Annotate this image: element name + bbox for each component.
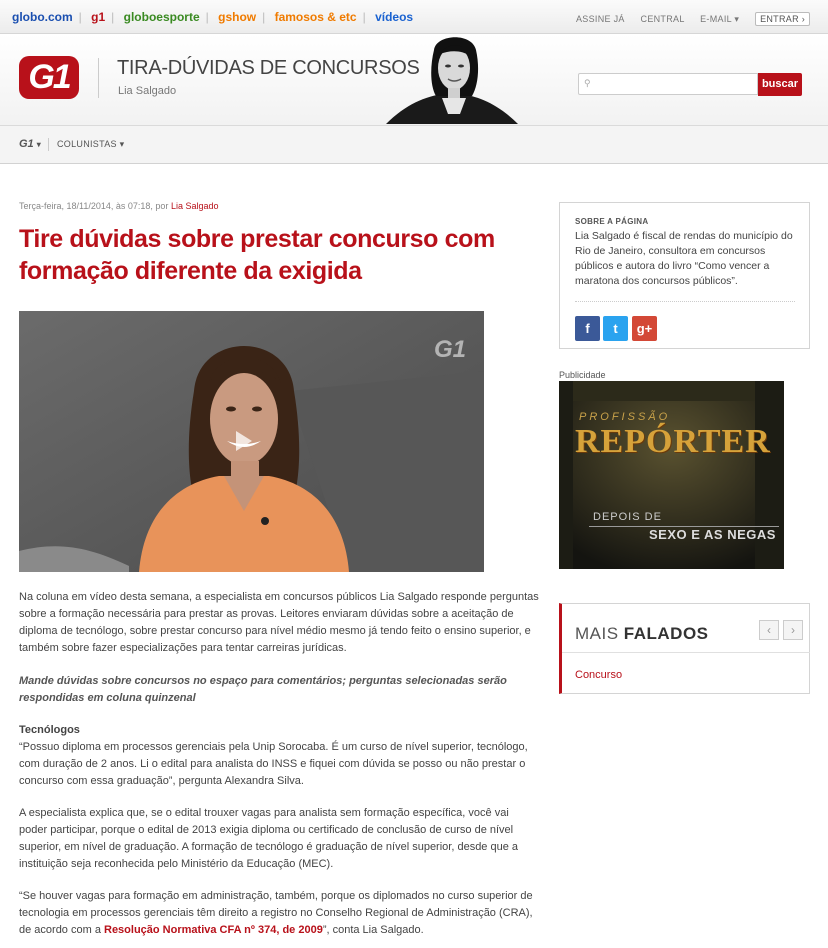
about-title: SOBRE A PÁGINA xyxy=(575,217,649,226)
search-icon: ⚲ xyxy=(584,78,591,88)
next-arrow-button[interactable]: › xyxy=(783,620,803,640)
most-talked-title: MAIS FALADOS xyxy=(575,624,709,644)
columnist-photo xyxy=(386,37,518,124)
article-author-link[interactable]: Lia Salgado xyxy=(171,201,219,211)
link-globo[interactable]: globo.com xyxy=(12,10,73,24)
ad-line-2: REPÓRTER xyxy=(575,423,771,460)
search-button[interactable]: buscar xyxy=(758,73,802,96)
search-input[interactable] xyxy=(578,73,758,95)
ad-line-4: SEXO E AS NEGAS xyxy=(649,527,776,542)
ad-line-1: PROFISSÃO xyxy=(579,411,671,423)
about-box: SOBRE A PÁGINA Lia Salgado é fiscal de r… xyxy=(559,202,810,349)
chevron-down-icon: ▾ xyxy=(734,14,740,24)
paragraph-text: ”, conta Lia Salgado. xyxy=(322,924,424,936)
nav-divider xyxy=(48,138,49,151)
email-label: E-MAIL xyxy=(700,14,732,24)
blog-title[interactable]: TIRA-DÚVIDAS DE CONCURSOS xyxy=(117,57,420,80)
chevron-right-icon: › xyxy=(791,623,795,637)
email-link[interactable]: E-MAIL ▾ xyxy=(700,14,739,24)
blog-header: G1 TIRA-DÚVIDAS DE CONCURSOS Lia Salgado… xyxy=(0,34,828,126)
chevron-left-icon: ‹ xyxy=(767,623,771,637)
chevron-down-icon: ▾ xyxy=(119,139,125,149)
most-talked-title-light: MAIS xyxy=(575,624,624,643)
video-watermark: G1 xyxy=(434,336,466,363)
google-plus-icon[interactable]: g+ xyxy=(632,316,657,341)
entrar-button[interactable]: ENTRAR › xyxy=(755,12,810,26)
article-meta: Terça-feira, 18/11/2014, às 07:18, por L… xyxy=(19,201,218,211)
section-heading: Tecnólogos xyxy=(19,724,80,736)
user-links: ASSINE JÁ CENTRAL E-MAIL ▾ ENTRAR › xyxy=(563,12,810,26)
most-talked-item[interactable]: Concurso xyxy=(575,669,622,681)
article-date: Terça-feira, 18/11/2014, às 07:18, por xyxy=(19,201,171,211)
article-callout: Mande dúvidas sobre concursos no espaço … xyxy=(19,675,507,704)
link-globoesporte[interactable]: globoesporte xyxy=(124,10,200,24)
most-talked-box: MAIS FALADOS ‹ › Concurso xyxy=(559,603,810,694)
nav-g1-menu[interactable]: G1 ▾ xyxy=(19,138,41,150)
article-paragraph: A especialista explica que, se o edital … xyxy=(19,807,519,870)
portal-links: globo.com | g1 | globoesporte | gshow | famo… xyxy=(12,10,414,24)
header-divider xyxy=(98,58,99,98)
nav-g1-label: G1 xyxy=(19,138,34,150)
global-top-bar: globo.com | g1 | globoesporte | gshow | famo… xyxy=(0,0,828,34)
section-nav: G1 ▾ COLUNISTAS ▾ xyxy=(0,126,828,164)
nav-colunistas-label: COLUNISTAS xyxy=(57,139,117,149)
previous-arrow-button[interactable]: ‹ xyxy=(759,620,779,640)
chevron-down-icon: ▾ xyxy=(36,140,41,149)
article-paragraph: Na coluna em vídeo desta semana, a espec… xyxy=(19,591,539,654)
ad-line-3: DEPOIS DE xyxy=(593,511,662,523)
link-g1[interactable]: g1 xyxy=(91,10,105,24)
article-paragraph: “Possuo diploma em processos gerenciais … xyxy=(19,741,528,787)
twitter-icon[interactable]: t xyxy=(603,316,628,341)
ad-label: Publicidade xyxy=(559,370,606,380)
article-paragraph: “Se houver vagas para formação em admini… xyxy=(19,888,539,939)
assine-link[interactable]: ASSINE JÁ xyxy=(576,14,625,24)
central-link[interactable]: CENTRAL xyxy=(641,14,685,24)
link-famosos[interactable]: famosos & etc xyxy=(275,10,357,24)
resolution-link[interactable]: Resolução Normativa CFA nº 374, de 2009 xyxy=(104,924,323,936)
about-text: Lia Salgado é fiscal de rendas do municí… xyxy=(575,230,793,287)
link-videos[interactable]: vídeos xyxy=(375,10,413,24)
chevron-right-icon: › xyxy=(801,14,805,24)
advertisement-banner[interactable]: PROFISSÃO REPÓRTER DEPOIS DE SEXO E AS N… xyxy=(559,381,784,569)
article-headline: Tire dúvidas sobre prestar concurso com … xyxy=(19,225,495,285)
g1-logo[interactable]: G1 xyxy=(19,56,79,99)
link-gshow[interactable]: gshow xyxy=(218,10,256,24)
nav-colunistas-menu[interactable]: COLUNISTAS ▾ xyxy=(57,139,124,150)
most-talked-divider xyxy=(562,652,810,653)
blog-author: Lia Salgado xyxy=(118,85,177,97)
dotted-divider xyxy=(575,301,795,302)
facebook-icon[interactable]: f xyxy=(575,316,600,341)
play-icon[interactable] xyxy=(222,421,262,461)
entrar-label: ENTRAR xyxy=(760,14,799,24)
most-talked-title-bold: FALADOS xyxy=(623,624,709,643)
